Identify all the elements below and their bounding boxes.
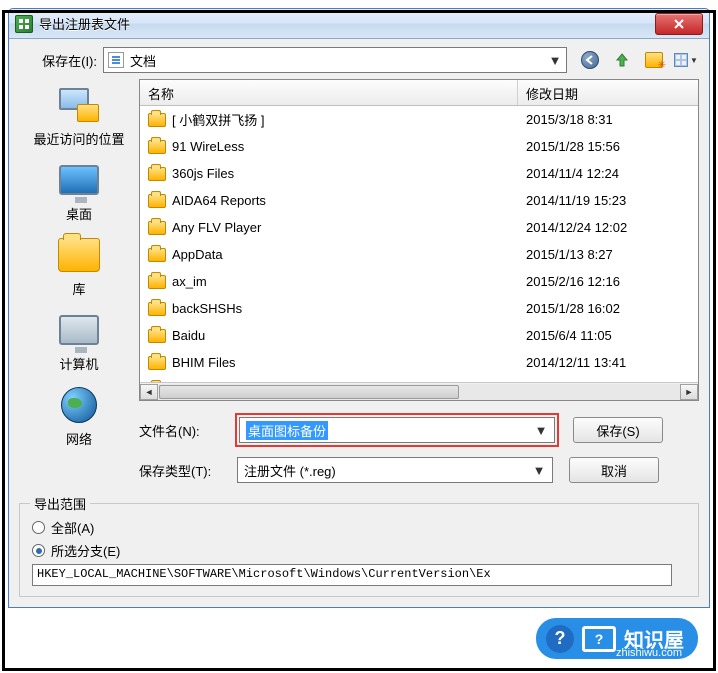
save-in-value: 文档 <box>130 51 156 70</box>
screen-icon: ? <box>582 626 616 652</box>
folder-icon <box>148 275 166 289</box>
radio-all-label: 全部(A) <box>51 518 94 537</box>
radio-branch[interactable] <box>32 544 45 557</box>
folder-icon <box>148 113 166 127</box>
computer-icon <box>56 310 102 350</box>
folder-icon <box>148 356 166 370</box>
radio-all[interactable] <box>32 521 45 534</box>
recent-icon <box>56 85 102 125</box>
folder-icon <box>148 221 166 235</box>
watermark: ? ? 知识屋 zhishiwu.com <box>536 618 698 659</box>
question-icon: ? <box>546 625 574 653</box>
folder-icon <box>148 167 166 181</box>
branch-path-input[interactable]: HKEY_LOCAL_MACHINE\SOFTWARE\Microsoft\Wi… <box>32 564 672 586</box>
chevron-down-icon: ▼ <box>532 463 546 477</box>
chevron-down-icon: ▼ <box>548 53 562 67</box>
back-icon <box>581 51 599 69</box>
scroll-track[interactable] <box>158 384 680 400</box>
scroll-thumb[interactable] <box>159 385 459 399</box>
desktop-icon <box>56 160 102 200</box>
chevron-down-icon: ▼ <box>534 423 548 437</box>
radio-all-row[interactable]: 全部(A) <box>32 518 686 537</box>
folder-icon <box>148 302 166 316</box>
radio-branch-row[interactable]: 所选分支(E) <box>32 541 686 560</box>
document-icon <box>108 52 124 68</box>
filename-value: 桌面图标备份 <box>246 421 328 440</box>
filename-input[interactable]: 桌面图标备份 ▼ <box>239 417 555 443</box>
up-arrow-icon <box>613 51 631 69</box>
filetype-combo[interactable]: 注册文件 (*.reg) ▼ <box>237 457 553 483</box>
export-range-group: 导出范围 全部(A) 所选分支(E) HKEY_LOCAL_MACHINE\SO… <box>19 503 699 597</box>
watermark-domain: zhishiwu.com <box>616 647 682 659</box>
new-folder-icon <box>645 52 663 68</box>
export-range-legend: 导出范围 <box>30 494 90 513</box>
save-in-combo[interactable]: 文档 ▼ <box>103 47 567 73</box>
libraries-icon <box>56 235 102 275</box>
filetype-value: 注册文件 (*.reg) <box>244 461 336 480</box>
folder-icon <box>148 140 166 154</box>
filename-highlight: 桌面图标备份 ▼ <box>235 413 559 447</box>
folder-icon <box>148 248 166 262</box>
folder-icon <box>148 194 166 208</box>
horizontal-scrollbar[interactable]: ◄ ► <box>140 382 698 400</box>
radio-branch-label: 所选分支(E) <box>51 541 120 560</box>
folder-icon <box>148 329 166 343</box>
